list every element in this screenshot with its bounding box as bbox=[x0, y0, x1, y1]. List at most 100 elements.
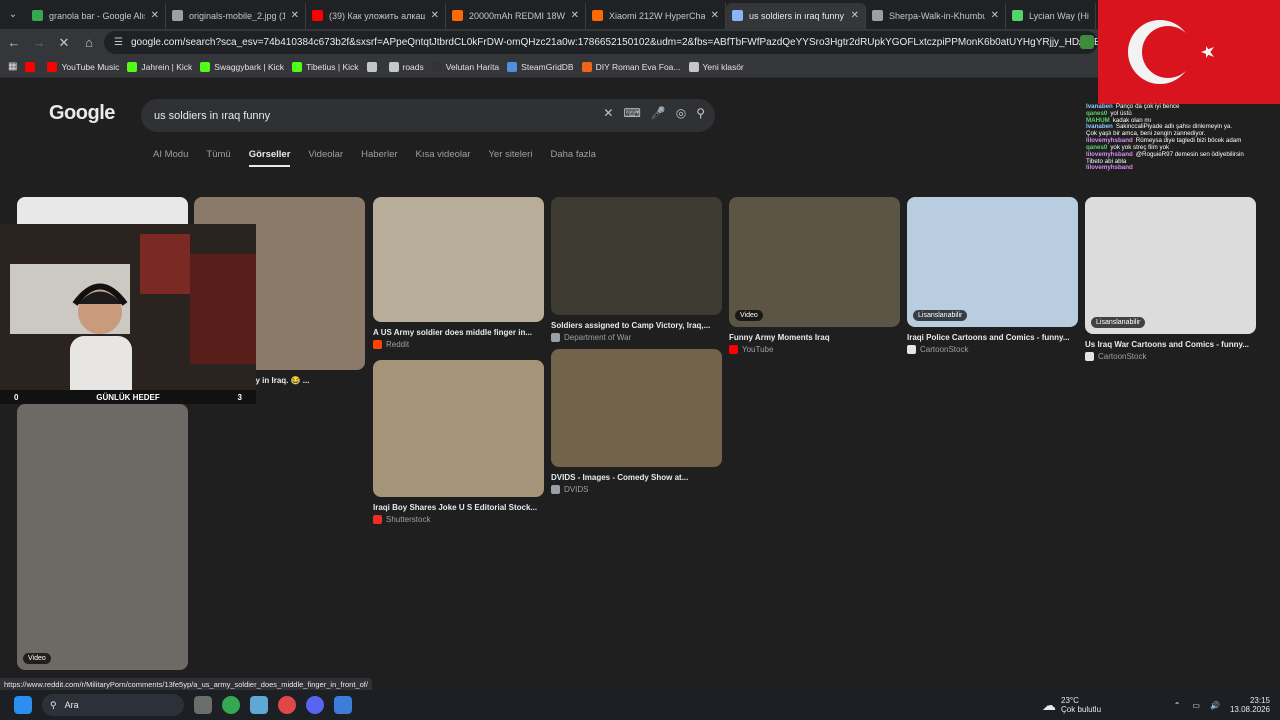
result-caption[interactable]: Soldiers assigned to Camp Victory, Iraq,… bbox=[551, 321, 722, 330]
taskbar-search[interactable]: ⚲ Ara bbox=[42, 694, 184, 716]
close-tab-icon[interactable]: ✕ bbox=[711, 10, 719, 21]
lens-icon[interactable]: ◎ bbox=[676, 106, 686, 120]
tab[interactable]: us soldiers in ıraq funny ✕ bbox=[726, 2, 866, 29]
image-result[interactable]: Lisanslanabilir bbox=[907, 197, 1078, 327]
clock-time[interactable]: 23:15 bbox=[1230, 696, 1270, 705]
keyboard-icon[interactable]: ⌨ bbox=[623, 106, 640, 120]
tab[interactable]: Sherpa-Walk-in-Khumbu ✕ bbox=[866, 2, 1006, 29]
close-tab-icon[interactable]: ✕ bbox=[571, 10, 579, 21]
bookmark-item[interactable]: Yeni klasör bbox=[688, 61, 744, 72]
result-source-label: DVIDS bbox=[564, 485, 589, 494]
image-result[interactable] bbox=[551, 349, 722, 467]
result-source[interactable]: Shutterstock bbox=[373, 515, 430, 524]
search-filters: AI Modu Tümü Görseller Videolar Haberler Kısa… bbox=[153, 149, 596, 167]
close-tab-icon[interactable]: ✕ bbox=[151, 10, 159, 21]
result-caption[interactable]: Iraqi Police Cartoons and Comics - funny… bbox=[907, 333, 1078, 342]
apps-grid-icon[interactable]: ▦ bbox=[8, 61, 17, 72]
bookmark-item[interactable]: Jahrein | Kick bbox=[127, 61, 193, 72]
google-logo[interactable]: Google bbox=[49, 102, 115, 125]
result-source[interactable]: CartoonStock bbox=[907, 345, 968, 354]
result-source[interactable]: Department of War bbox=[551, 333, 631, 342]
filter-tab[interactable]: Kısa videolar bbox=[416, 149, 471, 167]
bookmark-item[interactable]: Swaggybark | Kick bbox=[200, 61, 284, 72]
site-info-icon[interactable]: ☰ bbox=[114, 37, 123, 48]
bookmark-item[interactable]: roads bbox=[388, 61, 424, 72]
result-source[interactable]: DVIDS bbox=[551, 485, 588, 494]
tab[interactable]: granola bar - Google Alış ✕ bbox=[26, 2, 166, 29]
bookmark-item[interactable]: SteamGridDB bbox=[507, 61, 574, 72]
bookmark-item[interactable]: YouTube Music bbox=[47, 61, 119, 72]
tab[interactable]: originals-mobile_2.jpg (10 ✕ bbox=[166, 2, 306, 29]
chat-line: lilovemyhsband bbox=[1086, 164, 1280, 172]
search-box[interactable]: us soldiers in ıraq funny ✕ ⌨ 🎤 ◎ ⚲ bbox=[141, 99, 715, 132]
image-result[interactable] bbox=[551, 197, 722, 315]
address-url: google.com/search?sca_esv=74b410384c673b… bbox=[130, 37, 1098, 48]
close-tab-icon[interactable]: ✕ bbox=[291, 10, 299, 21]
bookmark-item[interactable]: Tibetius | Kick bbox=[292, 61, 359, 72]
bookmark-label: Jahrein | Kick bbox=[141, 61, 193, 72]
trail-icon bbox=[1012, 10, 1023, 21]
app-icon[interactable] bbox=[250, 696, 268, 714]
image-result[interactable]: Video bbox=[729, 197, 900, 327]
image-result[interactable] bbox=[373, 197, 544, 322]
microphone-icon[interactable]: 🎤 bbox=[651, 106, 666, 120]
filter-tab[interactable]: AI Modu bbox=[153, 149, 188, 167]
network-icon[interactable]: ▭ bbox=[1192, 701, 1200, 710]
image-result[interactable]: Video bbox=[17, 404, 188, 670]
clock-date[interactable]: 13.08.2026 bbox=[1230, 705, 1270, 714]
image-result[interactable] bbox=[373, 360, 544, 497]
filter-tab[interactable]: Tümü bbox=[206, 149, 230, 167]
stop-loading-icon[interactable]: ✕ bbox=[53, 32, 75, 54]
close-tab-icon[interactable]: ✕ bbox=[851, 10, 859, 21]
forward-icon[interactable]: → bbox=[28, 32, 50, 54]
result-caption[interactable]: Funny Army Moments Iraq bbox=[729, 333, 900, 342]
search-icon[interactable]: ⚲ bbox=[696, 106, 705, 120]
ytmusic-icon bbox=[47, 61, 58, 72]
bookmark-item[interactable] bbox=[25, 61, 39, 72]
back-icon[interactable]: ← bbox=[3, 32, 25, 54]
result-source-label: CartoonStock bbox=[920, 345, 969, 354]
globe-icon bbox=[872, 10, 883, 21]
bookmark-item[interactable]: DIY Roman Eva Foa... bbox=[581, 61, 681, 72]
windows-start-icon[interactable] bbox=[14, 696, 32, 714]
kick-icon bbox=[200, 61, 211, 72]
result-caption[interactable]: A US Army soldier does middle finger in.… bbox=[373, 328, 544, 337]
tab-search-icon[interactable]: ⌄ bbox=[0, 0, 26, 29]
bookmark-item[interactable]: Velutan Harita bbox=[431, 61, 500, 72]
result-badge: Video bbox=[735, 310, 763, 321]
result-source[interactable]: CartoonStock bbox=[1085, 352, 1146, 361]
filter-tab[interactable]: Haberler bbox=[361, 149, 397, 167]
tray-overflow-icon[interactable]: ⌃ bbox=[1174, 701, 1181, 710]
filter-tab[interactable]: Daha fazla bbox=[550, 149, 595, 167]
filter-tab[interactable]: Yer siteleri bbox=[488, 149, 532, 167]
tab[interactable]: Xiaomi 212W HyperChar ✕ bbox=[586, 2, 726, 29]
chrome-icon[interactable] bbox=[222, 696, 240, 714]
file-explorer-icon[interactable] bbox=[194, 696, 212, 714]
volume-icon[interactable]: 🔊 bbox=[1210, 701, 1220, 710]
weather-widget[interactable]: ☁ 23°C Çok bulutlu bbox=[1042, 690, 1101, 720]
result-caption[interactable]: Iraqi Boy Shares Joke U S Editorial Stoc… bbox=[373, 503, 544, 512]
result-caption[interactable]: DVIDS - Images - Comedy Show at... bbox=[551, 473, 722, 482]
tab[interactable]: Lycian Way (Hiking tra bbox=[1006, 2, 1096, 29]
home-icon[interactable]: ⌂ bbox=[78, 32, 100, 54]
result-source[interactable]: YouTube bbox=[729, 345, 773, 354]
close-tab-icon[interactable]: ✕ bbox=[991, 10, 999, 21]
close-tab-icon[interactable]: ✕ bbox=[431, 10, 439, 21]
address-bar[interactable]: ☰ google.com/search?sca_esv=74b410384c67… bbox=[104, 31, 1098, 54]
filter-tab[interactable]: Videolar bbox=[308, 149, 343, 167]
extension-shield-icon[interactable] bbox=[1080, 35, 1094, 49]
turkish-flag-overlay bbox=[1098, 0, 1280, 104]
app-icon-3[interactable] bbox=[334, 696, 352, 714]
filter-tab[interactable]: Görseller bbox=[248, 149, 291, 167]
clear-icon[interactable]: ✕ bbox=[603, 106, 613, 120]
tab[interactable]: 20000mAh REDMI 18W F ✕ bbox=[446, 2, 586, 29]
tab[interactable]: (39) Как уложить алкаш ✕ bbox=[306, 2, 446, 29]
bookmark-item[interactable] bbox=[366, 61, 381, 72]
result-caption[interactable]: Us Iraq War Cartoons and Comics - funny.… bbox=[1085, 340, 1256, 349]
cloud-icon: ☁ bbox=[1042, 696, 1056, 713]
bookmark-label: Velutan Harita bbox=[445, 61, 500, 72]
discord-icon[interactable] bbox=[306, 696, 324, 714]
result-source[interactable]: Reddit bbox=[373, 340, 409, 349]
daily-goal-bar: 0 GÜNLÜK HEDEF 3 bbox=[0, 390, 256, 404]
app-icon-2[interactable] bbox=[278, 696, 296, 714]
